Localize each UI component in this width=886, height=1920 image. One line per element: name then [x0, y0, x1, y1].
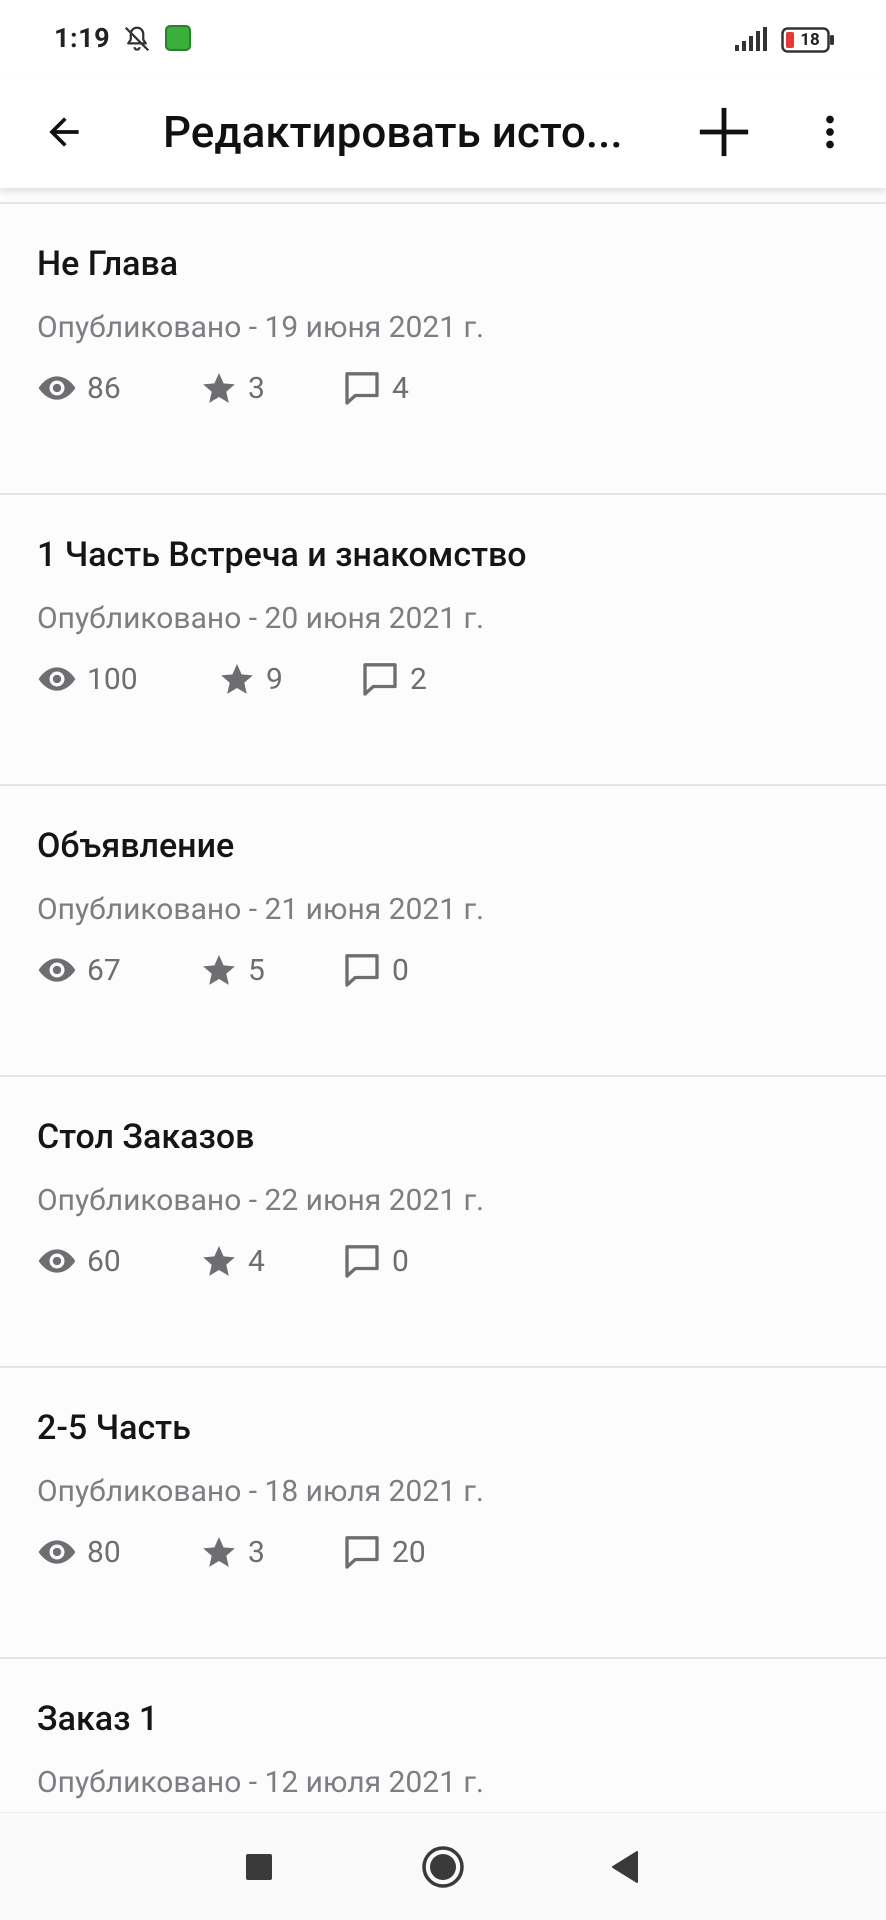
votes-stat: 3 — [200, 1530, 265, 1574]
list-item[interactable]: Стол Заказов Опубликовано - 22 июня 2021… — [0, 1077, 886, 1368]
votes-stat: 9 — [218, 657, 283, 701]
comment-icon — [345, 372, 379, 405]
part-stats: 60 4 0 — [37, 1239, 837, 1283]
comments-stat: 4 — [342, 366, 409, 410]
system-nav-bar — [0, 1812, 886, 1920]
eye-icon — [38, 1540, 76, 1564]
home-circle-icon — [422, 1846, 464, 1888]
star-icon — [221, 663, 253, 694]
votes-count: 9 — [266, 661, 283, 697]
views-count: 60 — [87, 1243, 121, 1279]
eye-icon — [38, 1249, 76, 1273]
part-publish-date: Опубликовано - 19 июня 2021 г. — [37, 310, 485, 345]
part-title: Не Глава — [37, 244, 179, 284]
back-button[interactable] — [28, 96, 100, 168]
list-item[interactable]: Объявление Опубликовано - 21 июня 2021 г… — [0, 786, 886, 1077]
part-publish-date: Опубликовано - 22 июня 2021 г. — [37, 1183, 485, 1218]
comments-stat: 0 — [342, 948, 409, 992]
list-item[interactable]: 1 Часть Встреча и знакомство Опубликован… — [0, 495, 886, 786]
part-stats: 86 3 4 — [37, 366, 837, 410]
part-publish-date: Опубликовано - 18 июля 2021 г. — [37, 1474, 484, 1509]
comments-count: 0 — [392, 952, 409, 988]
more-vert-icon — [826, 115, 834, 149]
comments-stat: 20 — [342, 1530, 426, 1574]
part-title: 1 Часть Встреча и знакомство — [37, 535, 527, 575]
comments-count: 2 — [410, 661, 427, 697]
views-count: 86 — [87, 370, 121, 406]
votes-stat: 4 — [200, 1239, 265, 1283]
home-button[interactable] — [411, 1835, 475, 1899]
views-stat: 67 — [37, 948, 121, 992]
recents-button[interactable] — [227, 1835, 291, 1899]
part-stats: 80 3 20 — [37, 1530, 837, 1574]
comment-icon — [345, 1536, 379, 1569]
star-icon — [203, 372, 235, 403]
parts-list: Не Глава Опубликовано - 19 июня 2021 г. … — [0, 202, 886, 1920]
star-icon — [203, 954, 235, 985]
part-publish-date: Опубликовано - 20 июня 2021 г. — [37, 601, 485, 636]
comments-count: 20 — [392, 1534, 426, 1570]
star-icon — [203, 1536, 235, 1567]
back-nav-button[interactable] — [593, 1835, 657, 1899]
comments-stat: 2 — [360, 657, 427, 701]
part-stats: 67 5 0 — [37, 948, 837, 992]
part-publish-date: Опубликовано - 12 июля 2021 г. — [37, 1765, 484, 1800]
list-item[interactable]: Не Глава Опубликовано - 19 июня 2021 г. … — [0, 204, 886, 495]
votes-stat: 5 — [200, 948, 265, 992]
signal-icon — [735, 27, 767, 51]
part-title: 2-5 Часть — [37, 1408, 191, 1448]
views-stat: 80 — [37, 1530, 121, 1574]
status-time: 1:19 — [54, 22, 111, 54]
app-bar: Редактировать исто... — [0, 80, 886, 188]
part-publish-date: Опубликовано - 21 июня 2021 г. — [37, 892, 485, 927]
list-item[interactable]: 2-5 Часть Опубликовано - 18 июля 2021 г.… — [0, 1368, 886, 1659]
bell-off-icon — [124, 26, 150, 52]
back-triangle-icon — [612, 1851, 638, 1883]
comments-count: 0 — [392, 1243, 409, 1279]
add-part-button[interactable] — [688, 96, 760, 168]
eye-icon — [38, 958, 76, 982]
views-stat: 86 — [37, 366, 121, 410]
eye-icon — [38, 667, 76, 691]
comments-count: 4 — [392, 370, 409, 406]
page-title: Редактировать исто... — [163, 106, 623, 158]
views-count: 67 — [87, 952, 121, 988]
votes-stat: 3 — [200, 366, 265, 410]
star-icon — [203, 1245, 235, 1276]
part-stats: 100 9 2 — [37, 657, 837, 701]
views-count: 100 — [87, 661, 138, 697]
more-options-button[interactable] — [800, 96, 860, 168]
votes-count: 3 — [248, 370, 265, 406]
comments-stat: 0 — [342, 1239, 409, 1283]
views-stat: 100 — [37, 657, 138, 701]
arrow-back-icon — [49, 117, 79, 147]
screen: 1:19 18 Редактировать исто... Не Глава О… — [0, 0, 886, 1920]
eye-icon — [38, 376, 76, 400]
comment-icon — [345, 954, 379, 987]
part-title: Объявление — [37, 826, 235, 866]
views-count: 80 — [87, 1534, 121, 1570]
part-title: Стол Заказов — [37, 1117, 255, 1157]
votes-count: 4 — [248, 1243, 265, 1279]
views-stat: 60 — [37, 1239, 121, 1283]
comment-icon — [345, 1245, 379, 1278]
app-notification-icon — [165, 25, 191, 51]
recents-square-icon — [246, 1854, 272, 1880]
part-title: Заказ 1 — [37, 1699, 159, 1739]
plus-icon — [699, 107, 749, 157]
votes-count: 5 — [248, 952, 265, 988]
battery-level: 18 — [800, 30, 820, 50]
votes-count: 3 — [248, 1534, 265, 1570]
comment-icon — [363, 663, 397, 696]
status-bar: 1:19 18 — [0, 0, 886, 80]
